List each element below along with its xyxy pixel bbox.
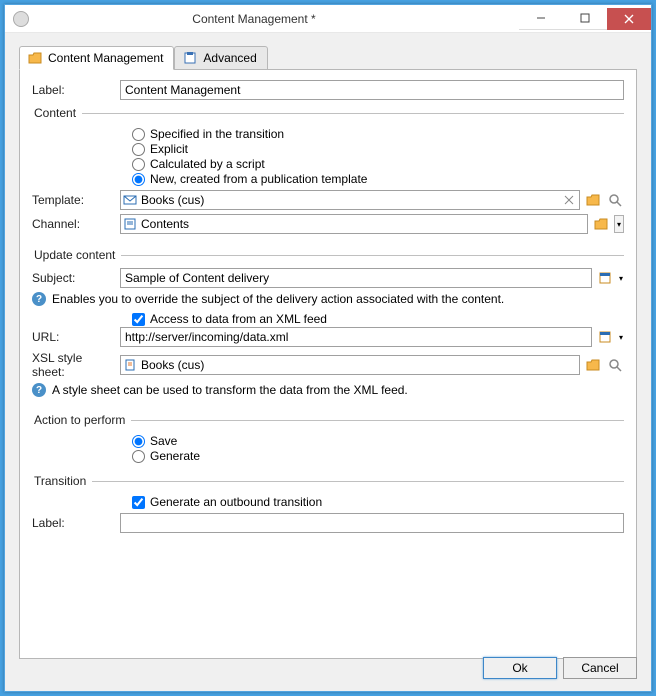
search-icon[interactable]: [606, 355, 624, 375]
transition-legend: Transition: [32, 474, 92, 488]
template-label: Template:: [32, 193, 116, 207]
xsl-input[interactable]: [139, 356, 579, 374]
client-area: Content Management Advanced Label: Conte…: [5, 33, 651, 691]
folder-open-icon[interactable]: [584, 190, 602, 210]
action-group: Action to perform Save Generate: [32, 413, 624, 468]
radio-calculated-label: Calculated by a script: [150, 157, 265, 171]
label-label: Label:: [32, 83, 116, 97]
outbound-label: Generate an outbound transition: [150, 495, 322, 509]
tab-advanced[interactable]: Advanced: [174, 46, 267, 70]
radio-calculated[interactable]: [132, 158, 145, 171]
tab-strip: Content Management Advanced: [19, 45, 637, 69]
radio-specified[interactable]: [132, 128, 145, 141]
expression-icon[interactable]: [596, 268, 614, 288]
channel-input[interactable]: [139, 215, 587, 233]
label-input[interactable]: [120, 80, 624, 100]
help-icon: ?: [32, 292, 46, 306]
dialog-window: Content Management * Content Management: [4, 4, 652, 692]
update-content-group: Update content Subject: ▾ ? Enables you …: [32, 248, 624, 407]
template-input[interactable]: [139, 191, 561, 209]
help-icon: ?: [32, 383, 46, 397]
radio-generate[interactable]: [132, 450, 145, 463]
xsl-field[interactable]: [120, 355, 580, 375]
close-button[interactable]: [607, 8, 651, 30]
dropdown-arrow-icon[interactable]: ▾: [618, 274, 624, 283]
subject-label: Subject:: [32, 271, 116, 285]
transition-label-label: Label:: [32, 516, 116, 530]
xml-feed-label: Access to data from an XML feed: [150, 312, 327, 326]
radio-save-label: Save: [150, 434, 177, 448]
update-content-legend: Update content: [32, 248, 121, 262]
radio-specified-label: Specified in the transition: [150, 127, 284, 141]
radio-generate-label: Generate: [150, 449, 200, 463]
channel-field[interactable]: [120, 214, 588, 234]
channel-label: Channel:: [32, 217, 116, 231]
action-legend: Action to perform: [32, 413, 131, 427]
xsl-label: XSL style sheet:: [32, 351, 116, 379]
radio-save[interactable]: [132, 435, 145, 448]
radio-new[interactable]: [132, 173, 145, 186]
dropdown-arrow-icon[interactable]: ▾: [618, 333, 624, 342]
folder-icon: [28, 52, 42, 64]
subject-input[interactable]: [120, 268, 592, 288]
window-title: Content Management *: [0, 12, 519, 26]
url-label: URL:: [32, 330, 116, 344]
transition-group: Transition Generate an outbound transiti…: [32, 474, 624, 541]
template-field[interactable]: [120, 190, 580, 210]
ok-button[interactable]: Ok: [483, 657, 557, 679]
radio-explicit-label: Explicit: [150, 142, 188, 156]
clear-icon[interactable]: [561, 192, 577, 208]
expression-icon[interactable]: [596, 327, 614, 347]
file-icon: [121, 359, 139, 371]
title-bar: Content Management *: [5, 5, 651, 33]
outbound-checkbox[interactable]: [132, 496, 145, 509]
transition-label-input[interactable]: [120, 513, 624, 533]
cancel-button[interactable]: Cancel: [563, 657, 637, 679]
subject-hint: Enables you to override the subject of t…: [52, 292, 504, 306]
content-legend: Content: [32, 106, 82, 120]
page-icon: [121, 218, 139, 230]
tab-content-management[interactable]: Content Management: [19, 46, 174, 70]
tab-label: Advanced: [203, 51, 256, 65]
content-group: Content Specified in the transition Expl…: [32, 106, 624, 242]
tab-label: Content Management: [48, 51, 163, 65]
radio-explicit[interactable]: [132, 143, 145, 156]
url-input[interactable]: [120, 327, 592, 347]
xsl-hint: A style sheet can be used to transform t…: [52, 383, 408, 397]
search-icon[interactable]: [606, 190, 624, 210]
folder-open-icon[interactable]: [584, 355, 602, 375]
xml-feed-checkbox[interactable]: [132, 313, 145, 326]
tab-panel: Label: Content Specified in the transiti…: [19, 69, 637, 659]
folder-open-icon[interactable]: [592, 214, 610, 234]
clipboard-icon: [183, 52, 197, 64]
envelope-icon: [121, 194, 139, 206]
maximize-button[interactable]: [563, 8, 607, 30]
minimize-button[interactable]: [519, 8, 563, 30]
dialog-buttons: Ok Cancel: [483, 657, 637, 679]
chevron-down-icon[interactable]: ▾: [614, 215, 624, 233]
radio-new-label: New, created from a publication template: [150, 172, 367, 186]
